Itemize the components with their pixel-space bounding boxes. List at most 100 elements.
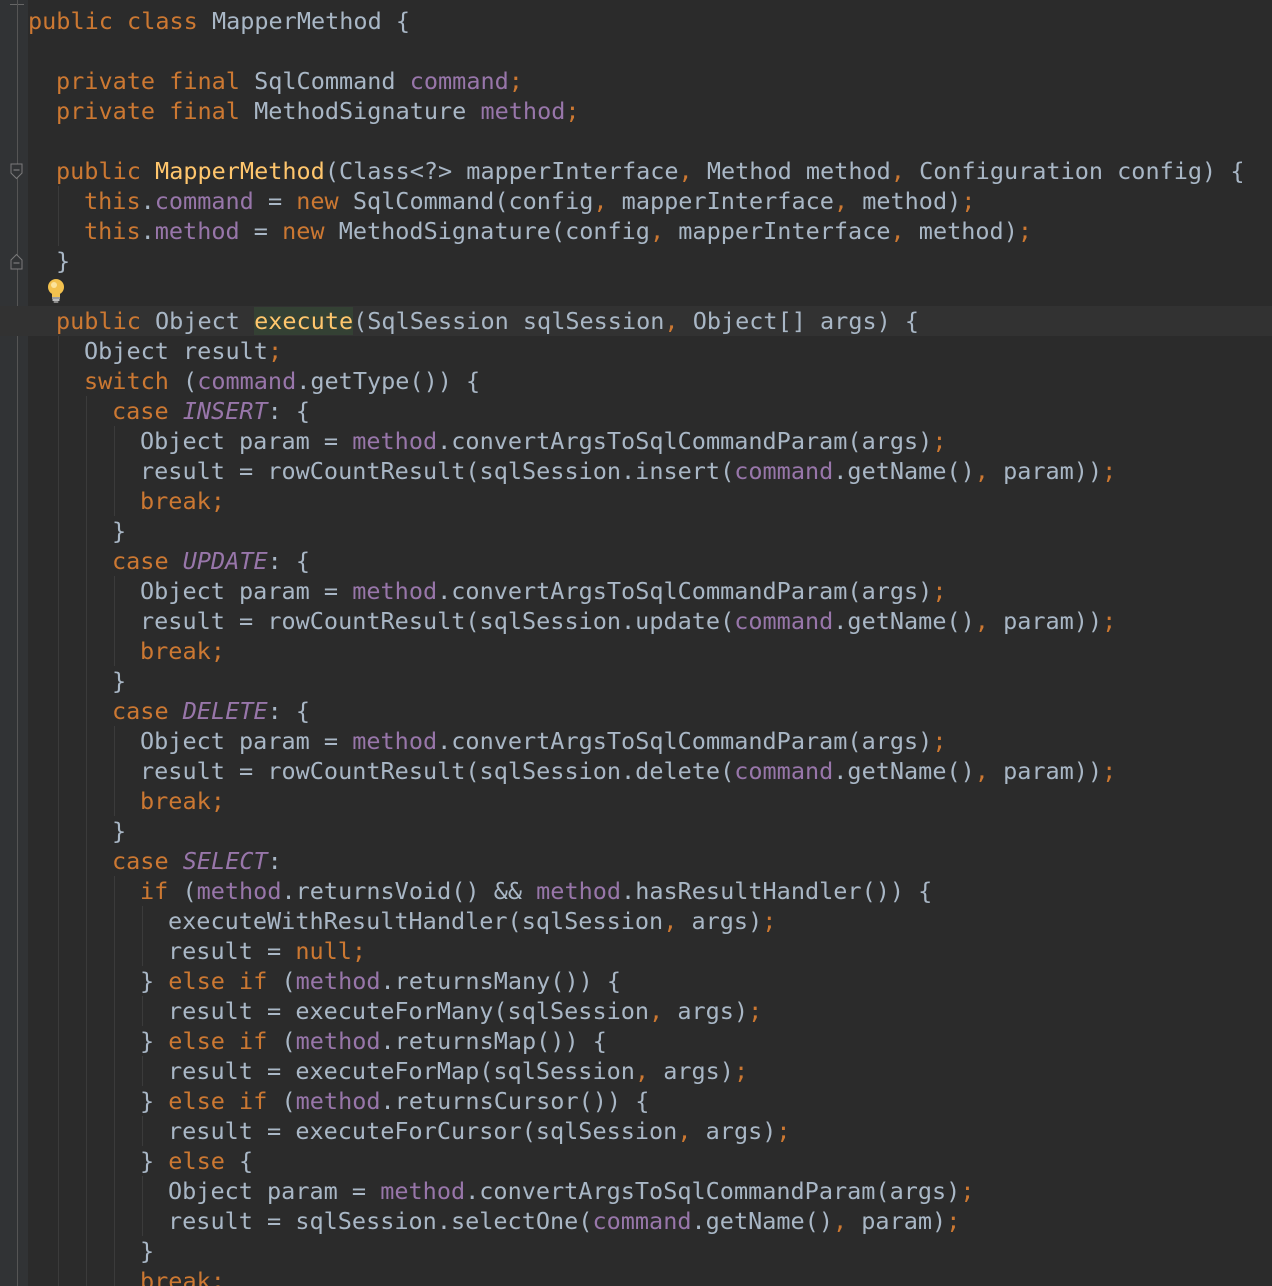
code-token: new [296, 187, 339, 215]
code-token: , [974, 757, 989, 785]
code-token: Method method [692, 157, 891, 185]
fold-open-icon[interactable] [10, 163, 23, 180]
code-line[interactable]: private final MethodSignature method; [28, 96, 1272, 126]
code-line[interactable]: Object param = method.convertArgsToSqlCo… [28, 576, 1272, 606]
indent-guide [86, 456, 87, 486]
indent-guide [58, 1266, 59, 1286]
code-token: param)) [988, 757, 1103, 785]
code-token: .returnsCursor()) { [380, 1087, 650, 1115]
indent-guide [86, 1236, 87, 1266]
code-area[interactable]: public class MapperMethod { private fina… [0, 6, 1272, 1286]
code-line[interactable]: result = rowCountResult(sqlSession.delet… [28, 756, 1272, 786]
code-line[interactable]: } [28, 516, 1272, 546]
code-token: ( [168, 877, 197, 905]
indent-guide [86, 876, 87, 906]
code-token: method [352, 577, 438, 605]
code-line[interactable]: case SELECT: [28, 846, 1272, 876]
code-line[interactable]: result = executeForMany(sqlSession, args… [28, 996, 1272, 1026]
code-token: break; [140, 1267, 225, 1286]
code-line[interactable] [28, 276, 1272, 306]
code-token: Object param = [140, 577, 353, 605]
code-line[interactable]: result = executeForMap(sqlSession, args)… [28, 1056, 1272, 1086]
indent-guide [58, 576, 59, 606]
indent-guide [58, 1056, 59, 1086]
code-token: SqlCommand [239, 67, 410, 95]
code-token: , [833, 187, 849, 215]
code-token: result = executeForMap(sqlSession [168, 1057, 635, 1085]
code-token: ( [267, 1087, 296, 1115]
indent-guide [58, 1176, 59, 1206]
code-token: case [112, 847, 169, 875]
code-line[interactable]: case UPDATE: { [28, 546, 1272, 576]
editor-gutter[interactable] [0, 0, 28, 1286]
indent-guide [114, 636, 115, 666]
code-line[interactable]: } [28, 666, 1272, 696]
code-line[interactable]: } [28, 1236, 1272, 1266]
code-line[interactable]: this.method = new MethodSignature(config… [28, 216, 1272, 246]
indent-guide [86, 1176, 87, 1206]
code-token: ; [932, 427, 947, 455]
code-token: else [168, 967, 225, 995]
code-token: , [593, 187, 608, 215]
code-line[interactable]: public class MapperMethod { [28, 6, 1272, 36]
intention-bulb-icon[interactable] [44, 276, 68, 306]
code-line[interactable]: private final SqlCommand command; [28, 66, 1272, 96]
code-line[interactable]: Object param = method.convertArgsToSqlCo… [28, 726, 1272, 756]
indent-guide [86, 546, 87, 576]
code-line[interactable]: if (method.returnsVoid() && method.hasRe… [28, 876, 1272, 906]
code-line[interactable]: result = sqlSession.selectOne(command.ge… [28, 1206, 1272, 1236]
code-line[interactable]: } else if (method.returnsCursor()) { [28, 1086, 1272, 1116]
code-token: ; [508, 67, 523, 95]
code-line[interactable]: switch (command.getType()) { [28, 366, 1272, 396]
code-token: , [649, 997, 664, 1025]
code-line[interactable]: this.command = new SqlCommand(config, ma… [28, 186, 1272, 216]
code-token: switch [84, 367, 169, 395]
code-line[interactable]: Object result; [28, 336, 1272, 366]
code-editor[interactable]: public class MapperMethod { private fina… [0, 0, 1272, 1286]
code-line[interactable]: case DELETE: { [28, 696, 1272, 726]
code-line[interactable]: public MapperMethod(Class<?> mapperInter… [28, 156, 1272, 186]
code-line[interactable]: result = null; [28, 936, 1272, 966]
code-line[interactable]: Object param = method.convertArgsToSqlCo… [28, 1176, 1272, 1206]
code-line[interactable]: } else { [28, 1146, 1272, 1176]
code-token: , [974, 607, 989, 635]
code-token: Configuration config) { [904, 157, 1245, 185]
code-token: Object[] args) { [678, 307, 920, 335]
code-line[interactable]: result = rowCountResult(sqlSession.inser… [28, 456, 1272, 486]
indent-guide [58, 186, 59, 216]
code-token: command [154, 187, 254, 215]
code-line[interactable]: result = executeForCursor(sqlSession, ar… [28, 1116, 1272, 1146]
code-line[interactable]: executeWithResultHandler(sqlSession, arg… [28, 906, 1272, 936]
code-line[interactable]: Object param = method.convertArgsToSqlCo… [28, 426, 1272, 456]
code-line[interactable] [28, 36, 1272, 66]
code-line[interactable]: } else if (method.returnsMap()) { [28, 1026, 1272, 1056]
code-token: public [28, 7, 113, 35]
fold-close-icon[interactable] [10, 253, 23, 270]
code-token: args) [649, 1057, 734, 1085]
code-token: .getName() [691, 1207, 833, 1235]
indent-guide [58, 1026, 59, 1056]
indent-guide [114, 456, 115, 486]
code-token: method [196, 877, 282, 905]
indent-guide [58, 876, 59, 906]
code-line[interactable]: break; [28, 486, 1272, 516]
code-line[interactable]: case INSERT: { [28, 396, 1272, 426]
code-token: final [169, 67, 240, 95]
code-line[interactable]: } [28, 816, 1272, 846]
code-token: args) [677, 907, 763, 935]
indent-guide [58, 906, 59, 936]
code-line[interactable]: break; [28, 786, 1272, 816]
code-line[interactable] [28, 126, 1272, 156]
indent-guide [58, 1206, 59, 1236]
code-line[interactable]: break; [28, 636, 1272, 666]
code-token: command [592, 1207, 692, 1235]
code-line[interactable]: } else if (method.returnsMany()) { [28, 966, 1272, 996]
code-line[interactable]: } [28, 246, 1272, 276]
code-token: case [112, 547, 169, 575]
code-line[interactable]: public Object execute(SqlSession sqlSess… [0, 306, 1272, 336]
code-line[interactable]: result = rowCountResult(sqlSession.updat… [28, 606, 1272, 636]
code-line[interactable]: break; [28, 1266, 1272, 1286]
